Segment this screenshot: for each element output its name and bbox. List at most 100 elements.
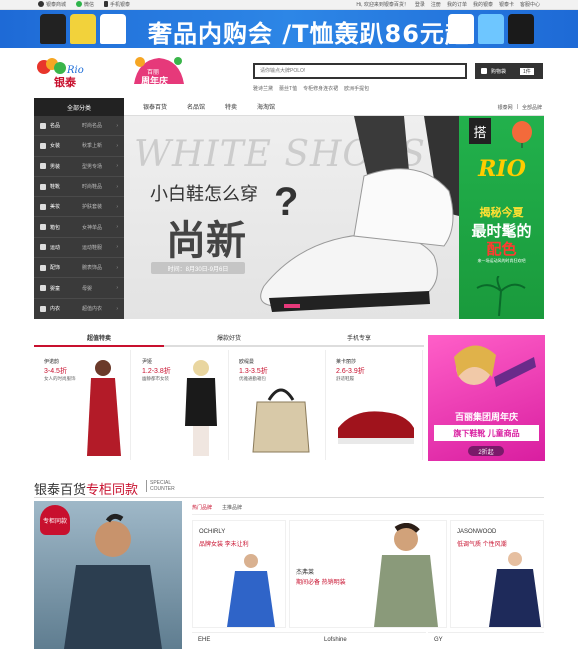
- brand-card[interactable]: JASONWOOD 低调气质 个性风潮: [450, 520, 544, 628]
- model-image: [227, 554, 275, 627]
- brand-card[interactable]: GY: [428, 632, 544, 649]
- model-image: [374, 523, 438, 627]
- sidebar-item-sub: 时尚名品: [82, 123, 103, 130]
- chevron-right-icon: ›: [116, 163, 118, 170]
- boot-icon: [40, 183, 46, 190]
- nav-link-yintai-net[interactable]: 银泰网: [498, 104, 513, 111]
- brand-desc: 期间必备 热销明装: [296, 580, 346, 586]
- my-orders-link[interactable]: 我的订单: [447, 1, 467, 8]
- main-nav: 银泰百货 名品馆 特卖 海淘馆: [143, 102, 275, 111]
- tshirt-image: [508, 14, 534, 44]
- sale-card[interactable]: 尹娅 1.2-3.8折 幽静都市女装: [134, 350, 229, 460]
- sidebar-item-accessories[interactable]: 配饰 腕表饰品 ›: [34, 258, 124, 279]
- chevron-right-icon: ›: [116, 264, 118, 271]
- site-logo[interactable]: 银泰 Rio: [34, 55, 92, 89]
- sidebar-item-sports[interactable]: 运动 运动鞋服 ›: [34, 238, 124, 259]
- nav-item-overseas[interactable]: 海淘馆: [257, 102, 275, 111]
- chevron-right-icon: ›: [116, 203, 118, 210]
- brand-card[interactable]: EHE: [192, 632, 318, 649]
- shoes-image: [338, 411, 414, 444]
- belle-promo-banner[interactable]: 百丽集团周年庆 旗下鞋靴 儿童商品 2折起: [428, 335, 545, 461]
- mobile-link[interactable]: 手机银泰: [104, 1, 130, 8]
- home-link[interactable]: 银泰商城: [38, 1, 66, 8]
- sneaker-image: [260, 116, 459, 312]
- nav-item-department-store[interactable]: 银泰百货: [143, 102, 167, 111]
- promo-discount: 2折起: [468, 446, 504, 456]
- sidebar-item-women[interactable]: 女装 秋季上新 ›: [34, 136, 124, 157]
- promo-line1: 百丽集团周年庆: [454, 412, 518, 422]
- chevron-right-icon: ›: [116, 122, 118, 129]
- sidebar-item-sub: 时尚鞋品: [82, 184, 103, 191]
- runner-icon: [40, 244, 46, 251]
- all-categories-button[interactable]: 全部分类: [34, 98, 124, 116]
- card-brand: 欧缇曼: [239, 359, 255, 365]
- customer-service-link[interactable]: 客服中心: [520, 1, 540, 8]
- brand-name: 杰弗莱: [296, 570, 315, 576]
- balloon-icon: [512, 121, 532, 148]
- nav-link-all-brands[interactable]: 全部品牌: [522, 104, 542, 111]
- hot-keyword-link[interactable]: 蕾丝T恤: [279, 85, 297, 92]
- gift-card-link[interactable]: 银泰卡: [499, 1, 514, 8]
- section-subtitle: SPECIAL COUNTER: [146, 480, 175, 492]
- svg-text:周年庆: 周年庆: [141, 75, 168, 87]
- card-brand: 尹娅: [142, 359, 153, 365]
- card-subtitle: 舒适鞋履: [336, 376, 354, 381]
- anniversary-logo[interactable]: 百丽 周年庆: [132, 54, 186, 90]
- brand-card[interactable]: Lofshine: [318, 632, 426, 649]
- mobile-link-label: 手机银泰: [110, 2, 131, 8]
- search-input[interactable]: [255, 65, 465, 77]
- cart-button[interactable]: 购物袋 1件: [475, 63, 543, 79]
- sidebar-item-luxury[interactable]: 名品 时尚名品 ›: [34, 116, 124, 137]
- sidebar-item-label: 内衣: [50, 306, 61, 313]
- sidebar-item-baby[interactable]: 婴童 母婴 ›: [34, 278, 124, 299]
- tab-flash-sale[interactable]: 超值特卖: [34, 333, 164, 347]
- brand-name: OCHIRLY: [199, 529, 226, 535]
- hot-keyword-link[interactable]: 雅诗兰黛: [253, 85, 273, 92]
- brand-card[interactable]: OCHIRLY 品牌女装 李未让利: [192, 520, 286, 628]
- my-account-link[interactable]: 我的银泰: [473, 1, 493, 8]
- wechat-link[interactable]: 微信: [76, 1, 94, 8]
- hero-headline: 小白鞋怎么穿: [150, 184, 258, 205]
- card-brand: 莱卡丽莎: [336, 359, 357, 365]
- sale-card[interactable]: 莱卡丽莎 2.6-3.9折 舒适鞋履: [328, 350, 423, 460]
- side-promo-banner[interactable]: 搭 RIO 揭秘今夏 最时髦的 配色 来一场运动风的时尚狂欢吧: [459, 116, 544, 319]
- top-promo-banner[interactable]: 奢品内购会 /T恤轰趴86元起: [0, 10, 578, 48]
- sidebar-item-beauty[interactable]: 美妆 护肤套装 ›: [34, 197, 124, 218]
- tshirt-image: [448, 14, 474, 44]
- brand-desc: 低调气质 个性风潮: [457, 542, 507, 548]
- cart-count: 1件: [520, 67, 534, 75]
- hero-carousel[interactable]: WHITE SHOES 小白鞋怎么穿 尚新 ? 时间：8月30日-9月6日: [124, 116, 459, 319]
- svg-text:银泰: 银泰: [54, 75, 77, 89]
- sidebar-item-underwear[interactable]: 内衣 超值内衣 ›: [34, 299, 124, 319]
- sale-card[interactable]: 伊诺韵 3-4.5折 女人的时尚服饰: [36, 350, 131, 460]
- sidebar-item-men[interactable]: 男装 型男专场 ›: [34, 157, 124, 177]
- promo-rio-text: RIO: [478, 156, 526, 182]
- nav-right-links: 银泰网 | 全部品牌: [498, 104, 542, 111]
- hot-keyword-link[interactable]: 欧洲手提包: [344, 85, 369, 92]
- hot-keyword-link[interactable]: 专柜修身连衣裙: [303, 85, 338, 92]
- logo-graphic: 银泰 Rio: [37, 58, 84, 89]
- chevron-right-icon: ›: [116, 224, 118, 231]
- nav-item-sale[interactable]: 特卖: [225, 102, 237, 111]
- sidebar-item-bags[interactable]: 箱包 女神单品 ›: [34, 217, 124, 238]
- sidebar-item-shoes[interactable]: 鞋靴 时尚鞋品 ›: [34, 177, 124, 198]
- chevron-right-icon: ›: [116, 285, 118, 292]
- featured-brand-image[interactable]: 专柜同款: [34, 501, 182, 649]
- sidebar-item-sub: 女神单品: [82, 224, 103, 231]
- nav-item-luxury[interactable]: 名品馆: [187, 102, 205, 111]
- sidebar-item-sub: 母婴: [82, 285, 93, 292]
- tab-hot-items[interactable]: 爆款好货: [164, 333, 294, 347]
- model-image: [185, 360, 217, 456]
- palm-tree-graphic: [476, 276, 526, 316]
- model-image: [489, 552, 541, 627]
- card-discount: 3-4.5折: [44, 368, 67, 375]
- sale-card[interactable]: 欧缇曼 1.3-3.5折 优雅通勤箱包: [231, 350, 326, 460]
- brand-card[interactable]: 杰弗莱 期间必备 热销明装: [289, 520, 447, 628]
- promo-line4: 来一场运动风的时尚狂欢吧: [477, 258, 526, 263]
- tab-mobile-exclusive[interactable]: 手机专享: [294, 333, 424, 347]
- sidebar-item-label: 男装: [50, 163, 61, 170]
- login-link[interactable]: 登录: [415, 1, 425, 8]
- sidebar-item-sub: 护肤套装: [82, 204, 103, 211]
- promo-line3: 配色: [486, 240, 517, 258]
- register-link[interactable]: 注册: [431, 1, 441, 8]
